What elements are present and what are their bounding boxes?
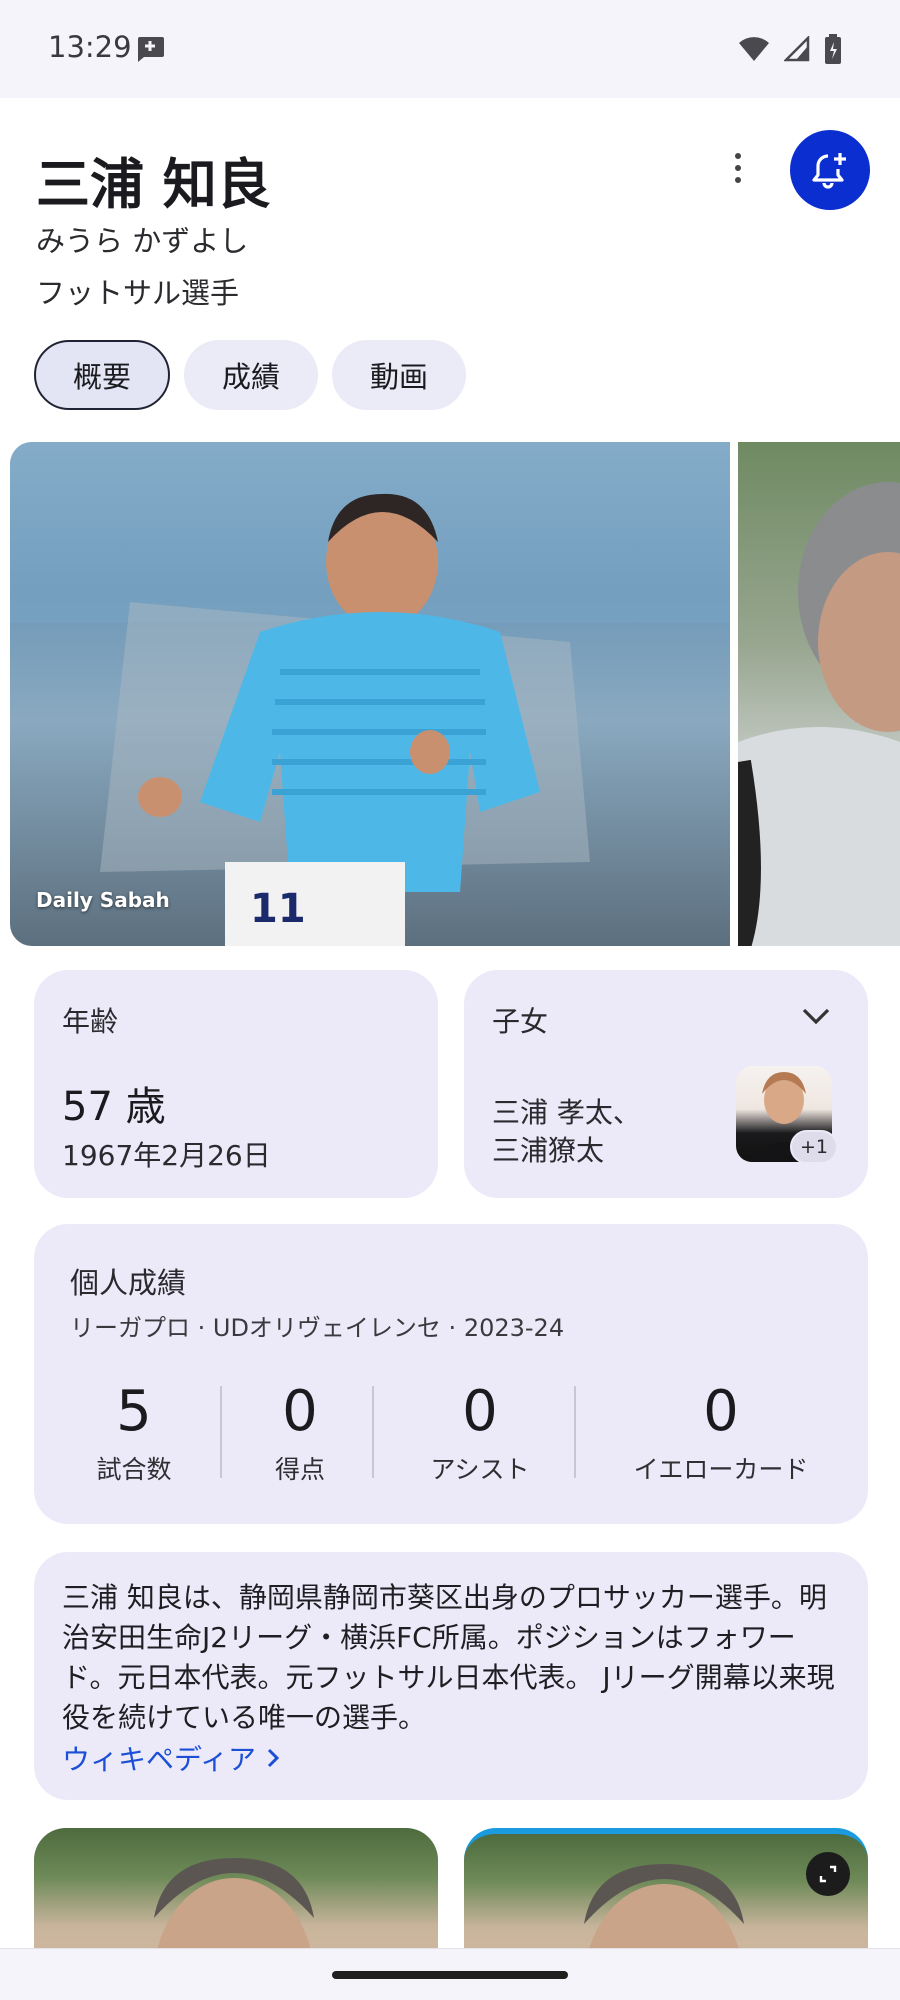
tab-videos[interactable]: 動画 [332, 340, 466, 410]
tab-overview[interactable]: 概要 [34, 340, 170, 410]
stat-divider [372, 1386, 374, 1478]
tab-stats[interactable]: 成績 [184, 340, 318, 410]
more-children-badge: +1 [790, 1130, 838, 1164]
stat-goals: 0 得点 [240, 1380, 360, 1486]
tab-bar: 概要 成績 動画 [34, 340, 466, 410]
stat-value: 0 [282, 1379, 318, 1444]
stat-label: アシスト [430, 1455, 530, 1484]
gesture-nav-bar [0, 1948, 900, 2000]
stat-divider [220, 1386, 222, 1478]
page-title: 三浦 知良 [36, 153, 271, 216]
stats-title: 個人成績 [70, 1266, 187, 1300]
related-images [34, 1828, 868, 1948]
age-card[interactable]: 年齢 57 歳 1967年2月26日 [34, 970, 438, 1198]
stat-yellow-cards: 0 イエローカード [596, 1380, 846, 1486]
child-name: 三浦獠太 [492, 1134, 605, 1167]
wikipedia-link[interactable]: ウィキペディア [62, 1738, 280, 1778]
status-time: 13:29 [48, 30, 132, 64]
children-label: 子女 [492, 1005, 549, 1038]
home-handle[interactable] [332, 1971, 568, 1979]
more-dot-icon [735, 177, 741, 183]
related-image[interactable] [34, 1828, 438, 1948]
player-photo-main[interactable]: 11 Daily Sabah [10, 442, 730, 946]
expand-icon[interactable] [806, 1852, 850, 1896]
stat-label: 試合数 [96, 1455, 172, 1484]
stat-label: イエローカード [633, 1455, 809, 1484]
about-card: 三浦 知良は、静岡県静岡市葵区出身のプロサッカー選手。明治安田生命J2リーグ・横… [34, 1552, 868, 1800]
page-subtitle: フットサル選手 [36, 276, 240, 310]
battery-icon [824, 34, 842, 68]
children-names: 三浦 孝太、 三浦獠太 [492, 1094, 712, 1170]
svg-text:11: 11 [250, 886, 306, 932]
cell-signal-icon [782, 34, 810, 66]
wifi-icon [738, 36, 770, 66]
children-card[interactable]: 子女 三浦 孝太、 三浦獠太 +1 [464, 970, 868, 1198]
birth-date: 1967年2月26日 [62, 1139, 271, 1172]
child-name: 三浦 孝太、 [492, 1096, 641, 1129]
personal-stats-card[interactable]: 個人成績 リーガプロ · UDオリヴェイレンセ · 2023-24 5 試合数 … [34, 1224, 868, 1524]
stat-label: 得点 [274, 1455, 325, 1484]
more-dot-icon [735, 153, 741, 159]
message-notification-icon [134, 34, 166, 68]
stat-assists: 0 アシスト [390, 1380, 570, 1486]
stat-divider [574, 1386, 576, 1478]
stat-value: 5 [116, 1379, 152, 1444]
follow-notification-button[interactable] [790, 130, 870, 210]
photo-credit: Daily Sabah [36, 888, 170, 912]
name-reading: みうら かずよし [36, 224, 249, 258]
more-options-button[interactable] [722, 148, 754, 188]
knowledge-panel: 三浦 知良 みうら かずよし フットサル選手 概要 成績 動画 11 Daily… [0, 98, 900, 1948]
stat-value: 0 [703, 1379, 739, 1444]
chevron-down-icon[interactable] [800, 1004, 832, 1032]
stat-value: 0 [462, 1379, 498, 1444]
more-dot-icon [735, 165, 741, 171]
wikipedia-link-label: ウィキペディア [62, 1743, 257, 1776]
chevron-right-icon [267, 1748, 280, 1768]
related-image[interactable] [464, 1828, 868, 1948]
stat-matches: 5 試合数 [74, 1380, 194, 1486]
status-bar: 13:29 [0, 0, 900, 98]
about-text: 三浦 知良は、静岡県静岡市葵区出身のプロサッカー選手。明治安田生命J2リーグ・横… [62, 1581, 835, 1734]
bell-plus-icon [812, 153, 846, 189]
player-photo-second[interactable] [738, 442, 900, 946]
image-gallery[interactable]: 11 Daily Sabah [10, 442, 900, 946]
age-label: 年齢 [62, 1005, 119, 1038]
age-value: 57 歳 [62, 1084, 166, 1130]
stats-subtitle: リーガプロ · UDオリヴェイレンセ · 2023-24 [70, 1314, 565, 1342]
